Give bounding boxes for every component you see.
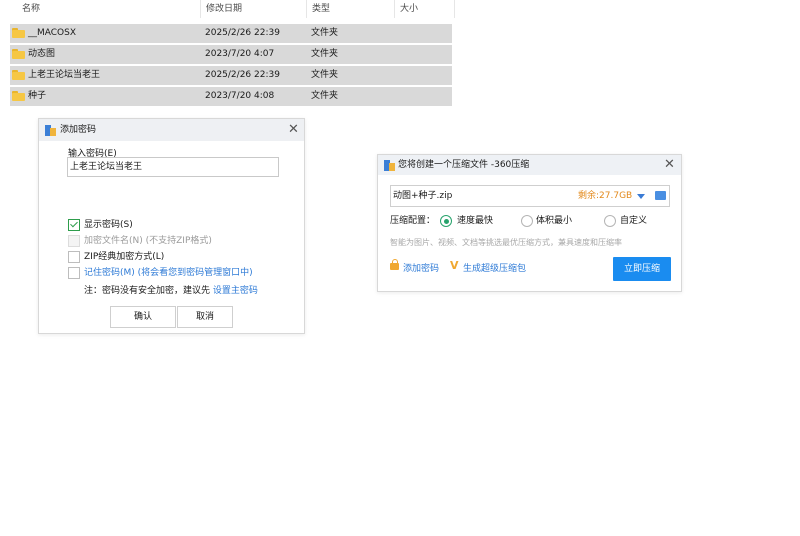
file-name: 种子 bbox=[28, 91, 47, 101]
360zip-app-icon bbox=[45, 125, 56, 136]
add-password-dialog: 添加密码 ✕ 输入密码(E) 上老王论坛当老王 显示密码(S) 加密文件名(N)… bbox=[38, 118, 305, 334]
chevron-down-icon[interactable] bbox=[637, 194, 645, 199]
column-header-name[interactable]: 名称 bbox=[22, 0, 40, 18]
file-name: 动态图 bbox=[28, 49, 56, 59]
file-modified: 2023/7/20 4:07 bbox=[205, 49, 275, 59]
folder-icon bbox=[12, 70, 25, 80]
free-space: 剩余:27.7GB bbox=[578, 191, 633, 201]
zip-classic-checkbox[interactable] bbox=[68, 251, 80, 263]
file-row[interactable]: 种子 2023/7/20 4:08 文件夹 bbox=[10, 87, 452, 106]
column-header-size[interactable]: 大小 bbox=[400, 0, 418, 18]
file-modified: 2025/2/26 22:39 bbox=[205, 28, 280, 38]
password-input[interactable]: 上老王论坛当老王 bbox=[67, 157, 279, 177]
folder-icon bbox=[12, 28, 25, 38]
create-super-package-link[interactable]: 生成超级压缩包 bbox=[463, 263, 526, 275]
super-package-icon: V bbox=[450, 259, 459, 272]
360zip-app-icon bbox=[384, 160, 395, 171]
column-divider[interactable] bbox=[394, 0, 395, 18]
sort-arrow-icon bbox=[102, 0, 112, 4]
lock-icon bbox=[390, 263, 399, 270]
dialog-title: 添加密码 bbox=[60, 125, 97, 135]
zip-classic-label[interactable]: ZIP经典加密方式(L) bbox=[84, 251, 164, 263]
column-divider[interactable] bbox=[454, 0, 455, 18]
config-label: 压缩配置： bbox=[390, 216, 436, 226]
file-row[interactable]: 动态图 2023/7/20 4:07 文件夹 bbox=[10, 45, 452, 64]
file-name: __MACOSX bbox=[28, 28, 77, 38]
dialog-titlebar[interactable]: 您将创建一个压缩文件 -360压缩 ✕ bbox=[378, 155, 681, 175]
file-modified: 2023/7/20 4:08 bbox=[205, 91, 275, 101]
folder-open-icon[interactable] bbox=[655, 191, 666, 200]
filename-field[interactable]: 动图+种子.zip 剩余:27.7GB bbox=[390, 185, 670, 207]
folder-icon bbox=[12, 91, 25, 101]
file-list: 名称 修改日期 类型 大小 __MACOSX 2025/2/26 22:39 文… bbox=[0, 0, 460, 110]
filename-value: 动图+种子.zip bbox=[393, 191, 453, 201]
encrypt-filename-checkbox[interactable] bbox=[68, 235, 80, 247]
file-type: 文件夹 bbox=[311, 91, 339, 101]
security-note: 注：密码没有安全加密，建议先 设置主密码 bbox=[84, 285, 258, 297]
custom-radio[interactable] bbox=[604, 215, 616, 227]
file-row[interactable]: 上老王论坛当老王 2025/2/26 22:39 文件夹 bbox=[10, 66, 452, 85]
add-password-link[interactable]: 添加密码 bbox=[403, 263, 439, 275]
custom-label[interactable]: 自定义 bbox=[620, 215, 647, 227]
speed-fastest-label[interactable]: 速度最快 bbox=[457, 215, 493, 227]
file-name: 上老王论坛当老王 bbox=[28, 70, 101, 80]
speed-fastest-radio[interactable] bbox=[440, 215, 452, 227]
column-divider[interactable] bbox=[200, 0, 201, 18]
size-smallest-radio[interactable] bbox=[521, 215, 533, 227]
size-smallest-label[interactable]: 体积最小 bbox=[536, 215, 572, 227]
file-type: 文件夹 bbox=[311, 28, 339, 38]
show-password-label[interactable]: 显示密码(S) bbox=[84, 219, 133, 231]
note-text: 注：密码没有安全加密，建议先 bbox=[84, 286, 213, 296]
cancel-button[interactable]: 取消 bbox=[177, 306, 233, 328]
column-header-modified[interactable]: 修改日期 bbox=[206, 0, 242, 18]
close-icon[interactable]: ✕ bbox=[664, 158, 675, 171]
set-master-password-link[interactable]: 设置主密码 bbox=[213, 286, 258, 296]
folder-icon bbox=[12, 49, 25, 59]
show-password-checkbox[interactable] bbox=[68, 219, 80, 231]
column-header-type[interactable]: 类型 bbox=[312, 0, 330, 18]
compress-dialog: 您将创建一个压缩文件 -360压缩 ✕ 动图+种子.zip 剩余:27.7GB … bbox=[377, 154, 682, 292]
file-type: 文件夹 bbox=[311, 70, 339, 80]
dialog-titlebar[interactable]: 添加密码 ✕ bbox=[39, 119, 304, 141]
remember-password-checkbox[interactable] bbox=[68, 267, 80, 279]
dialog-title: 您将创建一个压缩文件 -360压缩 bbox=[398, 160, 530, 170]
close-icon[interactable]: ✕ bbox=[288, 123, 299, 136]
ok-button[interactable]: 确认 bbox=[110, 306, 176, 328]
file-type: 文件夹 bbox=[311, 49, 339, 59]
compression-hint: 智能为图片、视频、文档等挑选最优压缩方式，兼具速度和压缩率 bbox=[390, 238, 622, 247]
password-value: 上老王论坛当老王 bbox=[70, 162, 143, 172]
file-row[interactable]: __MACOSX 2025/2/26 22:39 文件夹 bbox=[10, 24, 452, 43]
lock-shackle bbox=[392, 259, 398, 264]
remember-password-label[interactable]: 记住密码(M) (将会看您到密码管理窗口中) bbox=[84, 267, 253, 279]
compress-now-button[interactable]: 立即压缩 bbox=[613, 257, 671, 281]
file-modified: 2025/2/26 22:39 bbox=[205, 70, 280, 80]
column-divider[interactable] bbox=[306, 0, 307, 18]
encrypt-filename-label[interactable]: 加密文件名(N) (不支持ZIP格式) bbox=[84, 235, 212, 247]
